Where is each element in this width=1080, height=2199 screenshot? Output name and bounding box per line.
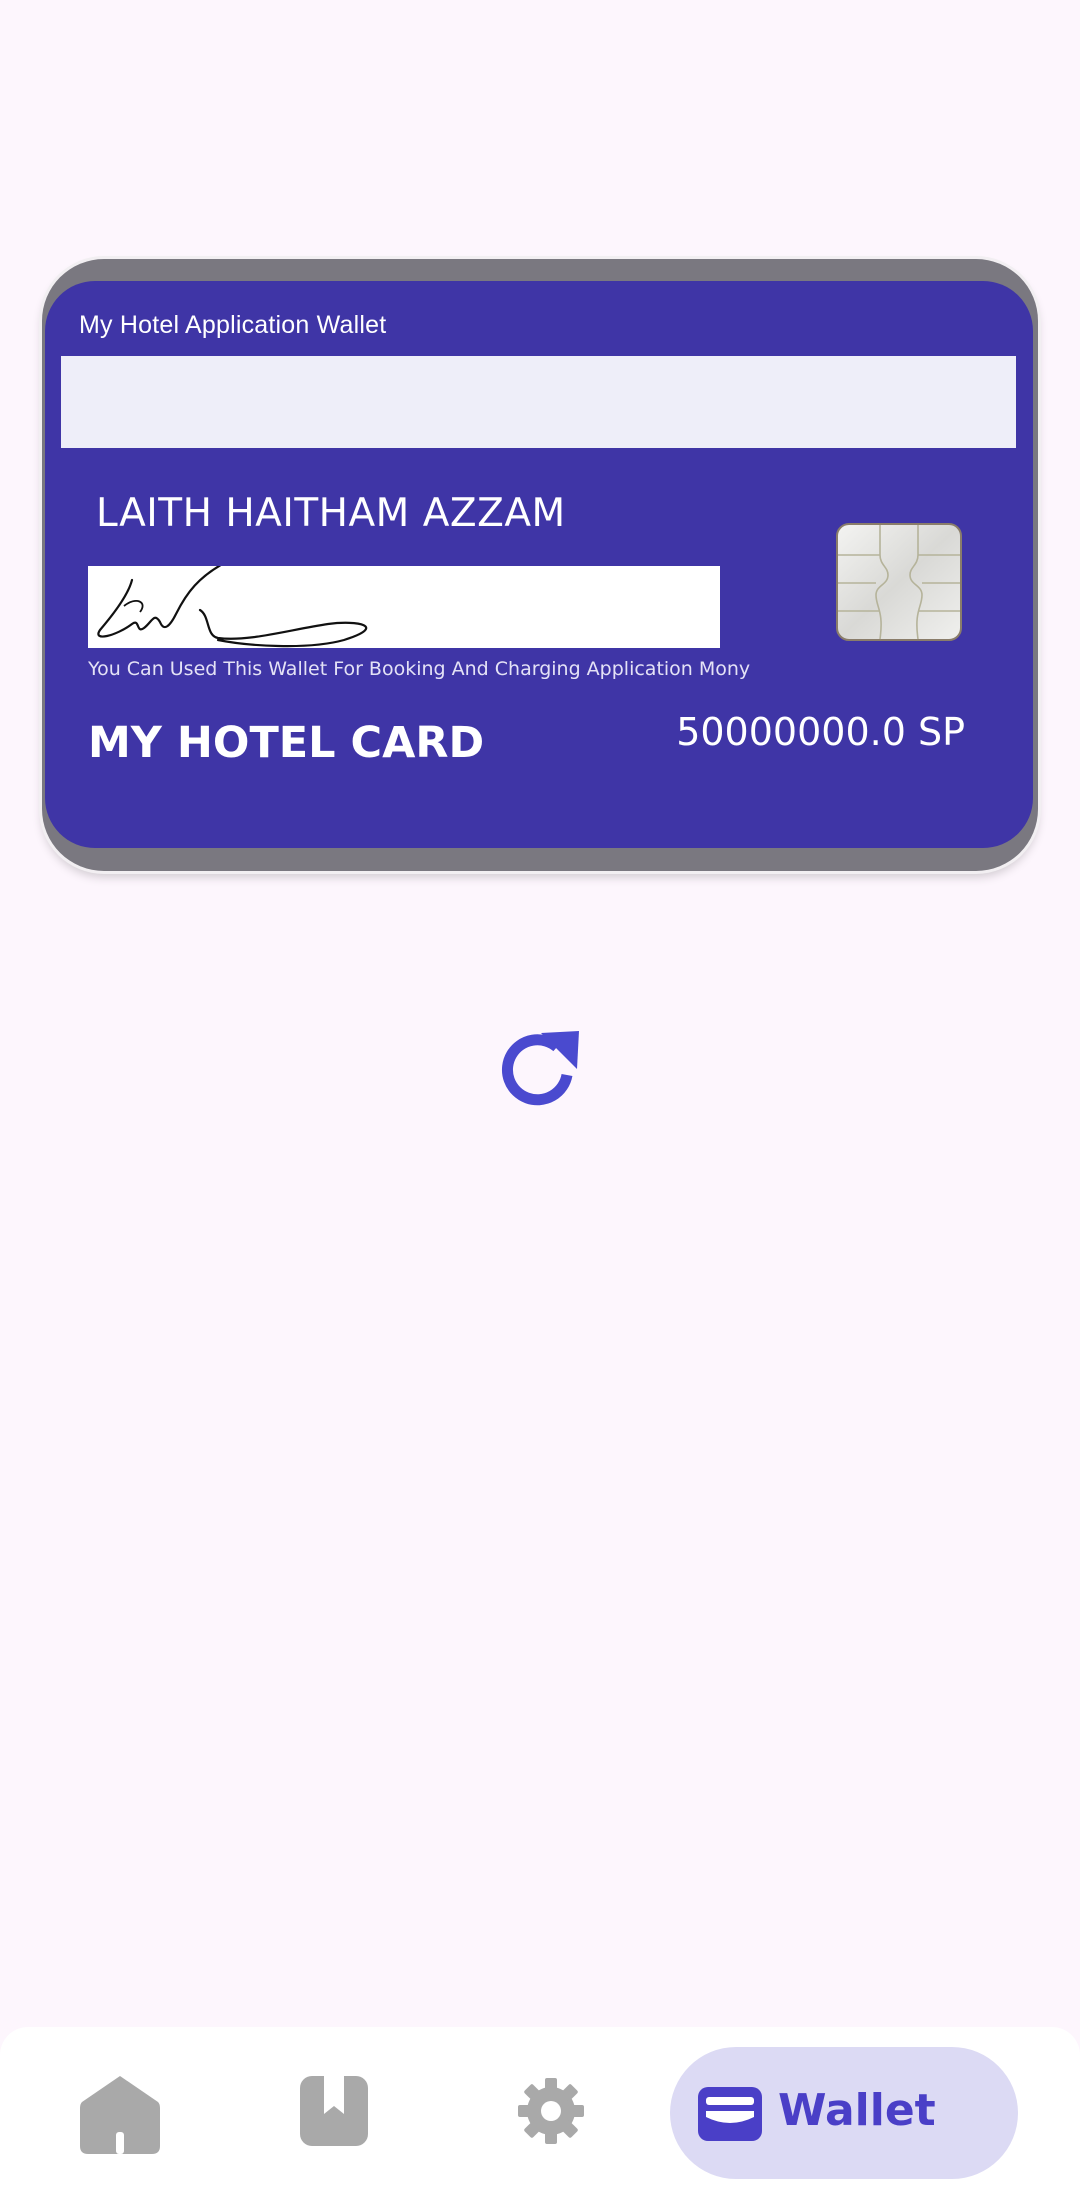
card-stripe (61, 356, 1016, 448)
bookmark-icon (300, 2076, 368, 2146)
card-brand: MY HOTEL CARD (88, 718, 485, 768)
card-note: You Can Used This Wallet For Booking And… (88, 658, 751, 680)
nav-wallet-label: Wallet (778, 2085, 936, 2136)
nav-home[interactable] (78, 2074, 162, 2156)
card-holder-name: LAITH HAITHAM AZZAM (96, 491, 566, 536)
signature-box (88, 566, 720, 648)
wallet-icon (698, 2087, 762, 2141)
gear-icon (518, 2078, 584, 2144)
refresh-button[interactable] (495, 1025, 585, 1115)
card-header-title: My Hotel Application Wallet (79, 311, 387, 339)
home-icon (80, 2076, 160, 2154)
nav-bookings[interactable] (298, 2074, 370, 2148)
card-balance: 50000000.0 SP (676, 710, 965, 754)
nav-wallet[interactable]: Wallet (670, 2047, 1018, 2179)
refresh-icon (501, 1031, 579, 1106)
signature-image (97, 566, 368, 648)
nav-settings[interactable] (516, 2076, 586, 2146)
card-chip-icon (836, 523, 962, 641)
